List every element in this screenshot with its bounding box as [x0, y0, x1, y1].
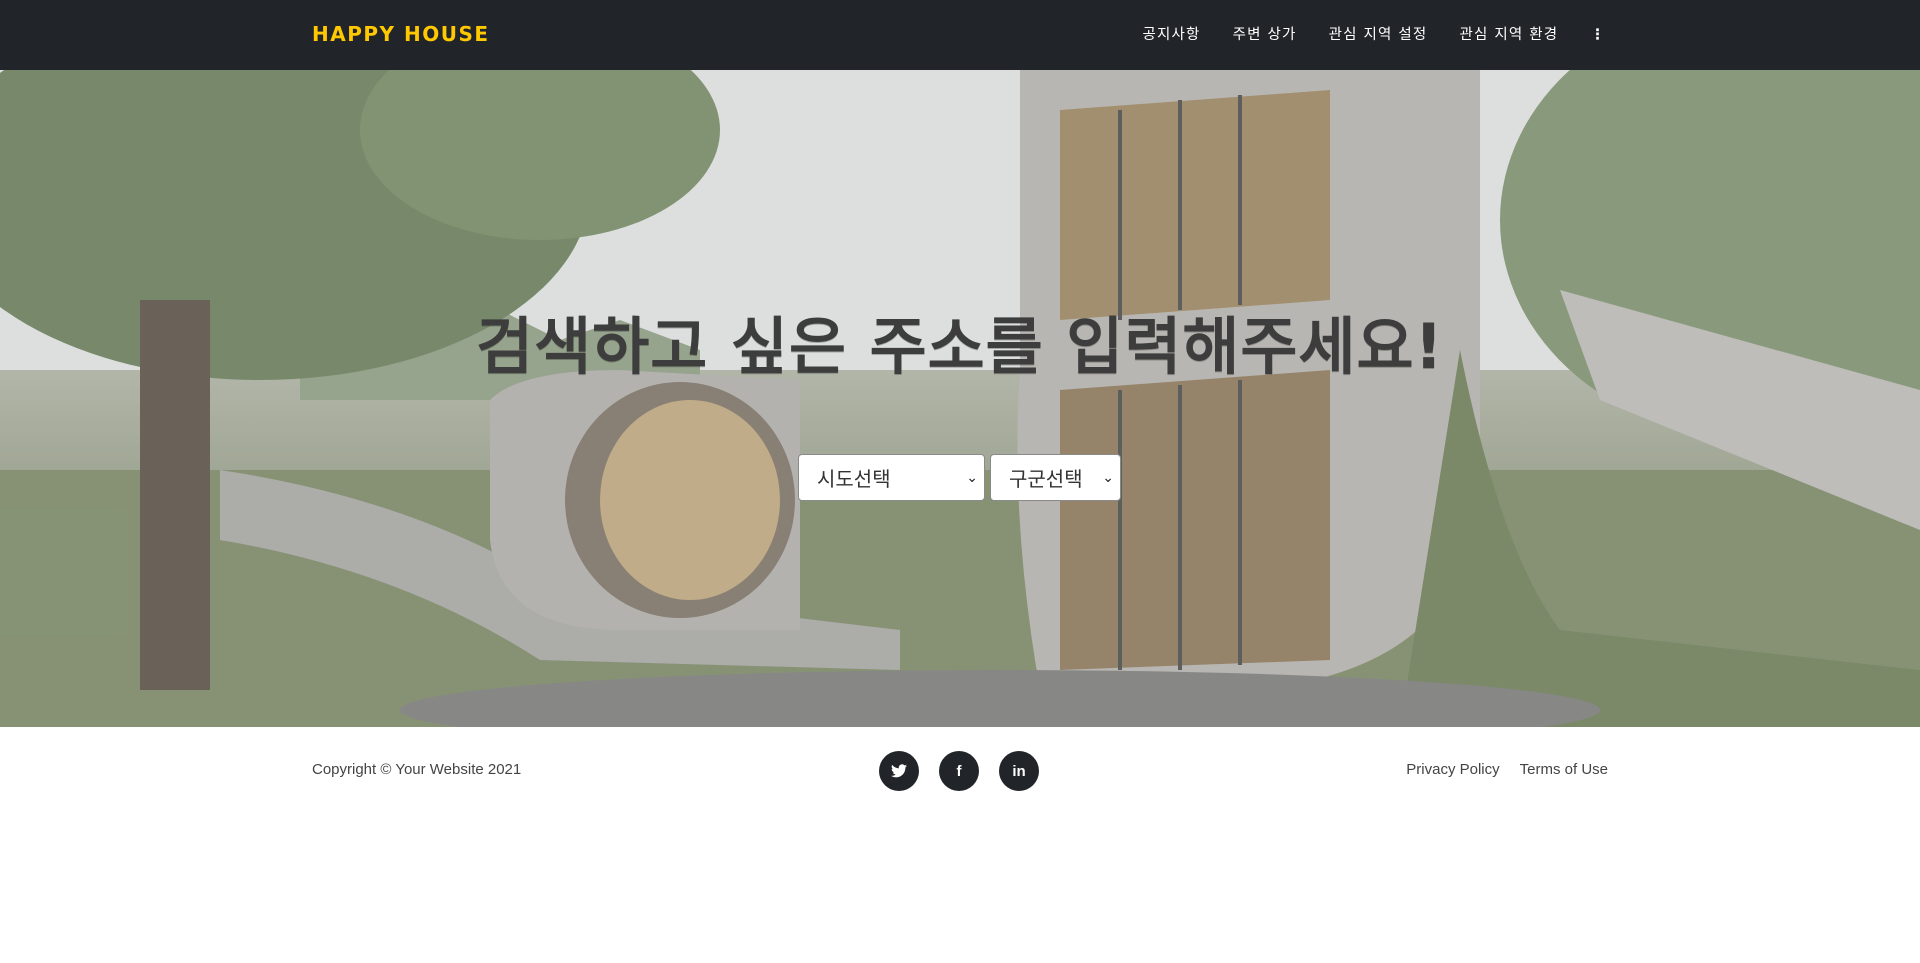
terms-of-use-link[interactable]: Terms of Use — [1520, 727, 1608, 813]
nav-item-nearby-stores[interactable]: 주변 상가 — [1217, 0, 1313, 70]
chevron-down-icon: ⌄ — [966, 469, 978, 486]
brand-logo[interactable]: HAPPY HOUSE — [312, 0, 490, 70]
nav-item-interest-area-environment[interactable]: 관심 지역 환경 — [1443, 0, 1574, 70]
nav-item-interest-area-settings[interactable]: 관심 지역 설정 — [1313, 0, 1444, 70]
facebook-icon[interactable]: f — [939, 751, 979, 791]
top-navbar: HAPPY HOUSE 공지사항 주변 상가 관심 지역 설정 관심 지역 환경… — [0, 0, 1920, 70]
chevron-down-icon: ⌄ — [1102, 469, 1114, 486]
copyright-text: Copyright © Your Website 2021 — [312, 761, 522, 778]
sido-select-value: 시도선택 — [817, 467, 891, 491]
privacy-policy-link[interactable]: Privacy Policy — [1406, 727, 1499, 813]
social-links: f in — [879, 751, 1039, 791]
nav-item-notice[interactable]: 공지사항 — [1126, 0, 1216, 70]
more-menu-icon[interactable]: ⋮ — [1574, 0, 1616, 70]
page-footer: Copyright © Your Website 2021 f in Priva… — [0, 727, 1920, 815]
twitter-icon[interactable] — [879, 751, 919, 791]
gugun-select[interactable]: 구군선택 ⌄ — [990, 454, 1121, 501]
address-selectors: 시도선택 ⌄ 구군선택 ⌄ — [798, 454, 1121, 501]
sido-select[interactable]: 시도선택 ⌄ — [798, 454, 985, 501]
hero-title: 검색하고 싶은 주소를 입력해주세요! — [476, 310, 1444, 383]
linkedin-icon[interactable]: in — [999, 751, 1039, 791]
footer-links: Privacy Policy Terms of Use — [1406, 727, 1608, 813]
main-nav: 공지사항 주변 상가 관심 지역 설정 관심 지역 환경 ⋮ — [1126, 0, 1616, 70]
hero-section: 검색하고 싶은 주소를 입력해주세요! 시도선택 ⌄ 구군선택 ⌄ — [0, 70, 1920, 727]
gugun-select-value: 구군선택 — [1009, 467, 1083, 491]
